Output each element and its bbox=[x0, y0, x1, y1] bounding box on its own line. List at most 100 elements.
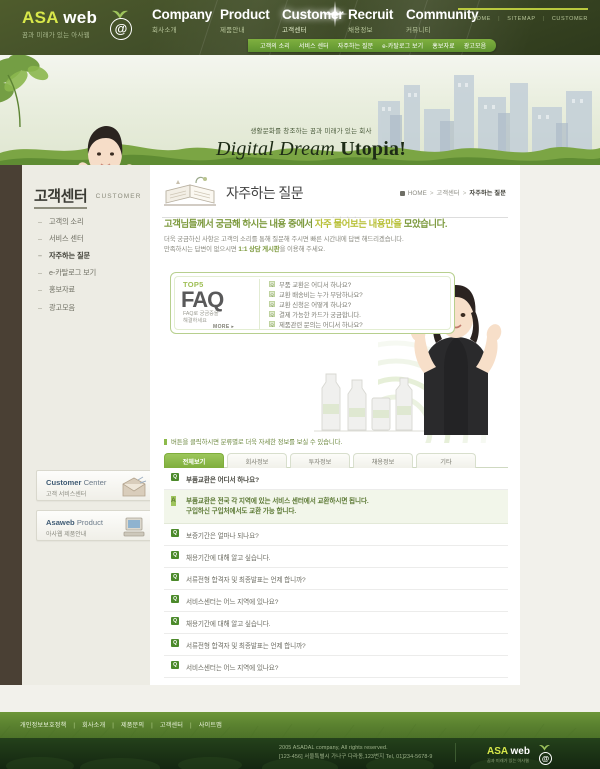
faq-row-question[interactable]: Q 보증기간은 얼마나 되나요? bbox=[164, 524, 508, 546]
at-icon: @ bbox=[110, 18, 132, 40]
nav-item-customer[interactable]: Customer 고객센터 bbox=[282, 1, 348, 34]
footer-divider bbox=[455, 743, 456, 762]
intro-line-1: 더욱 궁금하신 사항은 고객의 소리를 통해 질문해 주시면 빠른 시간내에 답… bbox=[164, 236, 404, 243]
submenu-item-pr[interactable]: 홍보자료 bbox=[432, 41, 454, 50]
nav-item-company[interactable]: Company 회사소개 bbox=[152, 7, 212, 34]
faq-box-item[interactable]: Q 결제 가능한 카드가 궁금합니다. bbox=[269, 311, 363, 321]
footer-leaf-icon bbox=[539, 744, 550, 751]
question-mark-icon: Q bbox=[269, 291, 275, 297]
question-mark-icon: Q bbox=[171, 528, 179, 537]
util-link-customer[interactable]: CUSTOMER bbox=[552, 16, 588, 22]
nav-label-ko: 채용정보 bbox=[348, 27, 373, 34]
footer-link-privacy[interactable]: 개인정보보호정책 bbox=[20, 722, 66, 729]
tab-etc[interactable]: 기타 bbox=[416, 453, 476, 468]
right-padding-column bbox=[520, 165, 600, 685]
submenu-item-faq[interactable]: 자주하는 질문 bbox=[338, 41, 374, 50]
faq-row-question[interactable]: Q 채용기간에 대해 알고 싶습니다. bbox=[164, 546, 508, 568]
submenu-item-service[interactable]: 서비스 센터 bbox=[299, 41, 329, 50]
footer-link-customer-center[interactable]: 고객센터 bbox=[160, 722, 183, 729]
util-link-sitemap[interactable]: SITEMAP bbox=[507, 16, 535, 22]
breadcrumb-mid[interactable]: 고객센터 bbox=[437, 190, 460, 197]
banner-subtitle: 고객 서비스센터 bbox=[46, 492, 87, 498]
faq-box-item[interactable]: Q 제품관련 문의는 어디서 하나요? bbox=[269, 321, 363, 331]
sidebar-item-voice[interactable]: 고객의 소리 bbox=[38, 213, 143, 230]
faq-row-question[interactable]: Q 채용기간에 대해 알고 싶습니다. bbox=[164, 612, 508, 634]
intro-heading: 고객님들께서 궁금해 하시는 내용 중에서 자주 물어보는 내용만을 모았습니다… bbox=[164, 217, 474, 231]
faq-box-item[interactable]: Q 교환 신청은 어떻게 하나요? bbox=[269, 301, 363, 311]
faq-box-item-label: 부품 교환은 어디서 하나요? bbox=[279, 282, 352, 289]
faq-box-item[interactable]: Q 부품 교환은 어디서 하나요? bbox=[269, 281, 363, 291]
top5-faq-box: TOP5 FAQ FAQ로 궁금증을 해결하세요 MORE ▸ Q 부품 교환은 … bbox=[170, 272, 455, 334]
footer-link-about[interactable]: 회사소개 bbox=[82, 722, 105, 729]
logo-web-text: web bbox=[63, 8, 98, 27]
sidebar-banner-customer-center[interactable]: Customer Center 고객 서비스센터 bbox=[36, 470, 154, 501]
question-mark-icon: Q bbox=[269, 301, 275, 307]
intro-heading-part-a: 고객님들께서 궁금해 하시는 내용 중에서 bbox=[164, 218, 315, 229]
submenu-item-voice[interactable]: 고객의 소리 bbox=[260, 41, 290, 50]
open-book-icon bbox=[164, 176, 216, 206]
util-separator: | bbox=[542, 16, 545, 22]
sidebar-item-ads[interactable]: 광고모음 bbox=[38, 299, 143, 316]
footer-link-product-inquiry[interactable]: 제품문의 bbox=[121, 722, 144, 729]
question-mark-icon: Q bbox=[171, 572, 179, 581]
footer-separator: | bbox=[190, 722, 192, 729]
faq-row-question[interactable]: Q 서류전형 합격자 및 최종발표는 언제 합니까? bbox=[164, 568, 508, 590]
tab-investment[interactable]: 투자정보 bbox=[290, 453, 350, 468]
tab-all[interactable]: 전체보기 bbox=[164, 453, 224, 468]
sub-navigation: 고객의 소리 서비스 센터 자주하는 질문 e-카탈로그 보기 홍보자료 광고모… bbox=[248, 39, 497, 52]
home-icon bbox=[399, 190, 405, 196]
question-mark-icon: Q bbox=[269, 321, 275, 327]
hero-subtitle: 생활문화를 창조하는 꿈과 미래가 있는 회사 bbox=[250, 128, 372, 135]
sidebar-banner-asaweb-product[interactable]: Asaweb Product 아사웹 제품안내 bbox=[36, 510, 154, 541]
nav-label-en: Customer bbox=[282, 7, 344, 22]
footer-separator: | bbox=[112, 722, 114, 729]
left-dark-column bbox=[0, 165, 22, 685]
footer-logo-asa: ASA bbox=[487, 746, 508, 757]
submenu-item-catalog[interactable]: e-카탈로그 보기 bbox=[382, 41, 423, 50]
sidebar-item-catalog[interactable]: e-카탈로그 보기 bbox=[38, 265, 143, 282]
nav-item-product[interactable]: Product 제품안내 bbox=[220, 7, 270, 34]
faq-box-item-label: 교환 신청은 어떻게 하나요? bbox=[279, 302, 352, 309]
nav-label-ko: 제품안내 bbox=[220, 27, 245, 34]
footer-logo-web: web bbox=[510, 746, 530, 757]
sidebar-item-pr[interactable]: 홍보자료 bbox=[38, 282, 143, 299]
faq-row-question[interactable]: Q 서류전형 합격자 및 최종발표는 언제 합니까? bbox=[164, 634, 508, 656]
faq-row-question[interactable]: Q 부품교환은 어디서 하나요? bbox=[164, 468, 508, 490]
tab-recruit[interactable]: 채용정보 bbox=[353, 453, 413, 468]
breadcrumb-home[interactable]: HOME bbox=[408, 190, 427, 197]
nav-item-community[interactable]: Community 커뮤니티 bbox=[406, 7, 479, 34]
faq-question-label: 서비스센터는 어느 지역에 있나요? bbox=[186, 598, 279, 606]
faq-question-label: 서비스센터는 어느 지역에 있나요? bbox=[186, 664, 279, 672]
sidebar-item-service[interactable]: 서비스 센터 bbox=[38, 230, 143, 247]
mail-icon bbox=[122, 476, 147, 497]
breadcrumb: HOME > 고객센터 > 자주하는 질문 bbox=[399, 188, 506, 197]
faq-box-item[interactable]: Q 교환 배송비는 누가 부담하나요? bbox=[269, 291, 363, 301]
breadcrumb-current: 자주하는 질문 bbox=[469, 190, 506, 197]
sidebar-item-faq[interactable]: 자주하는 질문 bbox=[38, 247, 143, 264]
intro-line-2-emphasis[interactable]: 1:1 상담 게시판 bbox=[238, 246, 279, 253]
faq-row-question[interactable]: Q 서비스센터는 어느 지역에 있나요? bbox=[164, 590, 508, 612]
page-header: 자주하는 질문 HOME > 고객센터 > 자주하는 질문 bbox=[150, 173, 520, 218]
nav-item-recruit[interactable]: Recruit 채용정보 bbox=[348, 7, 393, 34]
faq-accordion-list: Q 부품교환은 어디서 하나요? A 부품교환은 전국 각 지역에 있는 서비스 … bbox=[164, 468, 508, 678]
site-logo[interactable]: ASA web 꿈과 미래가 있는 아사웹 @ bbox=[22, 8, 147, 40]
intro-line-2: 만족하시는 답변이 없으시면 1:1 상담 게시판을 이용해 주세요. bbox=[164, 245, 474, 255]
footer-separator: | bbox=[73, 722, 76, 729]
faq-row-question[interactable]: Q 서비스센터는 어느 지역에 있나요? bbox=[164, 656, 508, 678]
question-mark-icon: Q bbox=[269, 281, 275, 287]
faq-box-item-label: 교환 배송비는 누가 부담하나요? bbox=[279, 292, 363, 299]
submenu-item-ads[interactable]: 광고모음 bbox=[464, 41, 486, 50]
answer-mark-icon: A bbox=[171, 496, 176, 506]
footer-separator: | bbox=[151, 722, 153, 729]
breadcrumb-separator: > bbox=[462, 190, 467, 197]
faq-box-more-button[interactable]: MORE ▸ bbox=[213, 324, 234, 330]
intro-line-2-a: 만족하시는 답변이 없으시면 bbox=[164, 246, 239, 253]
computer-icon bbox=[123, 517, 145, 537]
footer-link-sitemap[interactable]: 사이트맵 bbox=[199, 722, 222, 729]
tab-company[interactable]: 회사정보 bbox=[227, 453, 287, 468]
footer-logo[interactable]: ASA web 꿈과 미래가 있는 아사웹 @ bbox=[487, 744, 552, 765]
util-link-home[interactable]: HOME bbox=[472, 16, 491, 22]
nav-label-ko: 고객센터 bbox=[282, 27, 307, 34]
sidebar-heading-en: CUSTOMER bbox=[95, 193, 142, 200]
category-tabs: 전체보기 회사정보 투자정보 채용정보 기타 bbox=[164, 453, 508, 468]
